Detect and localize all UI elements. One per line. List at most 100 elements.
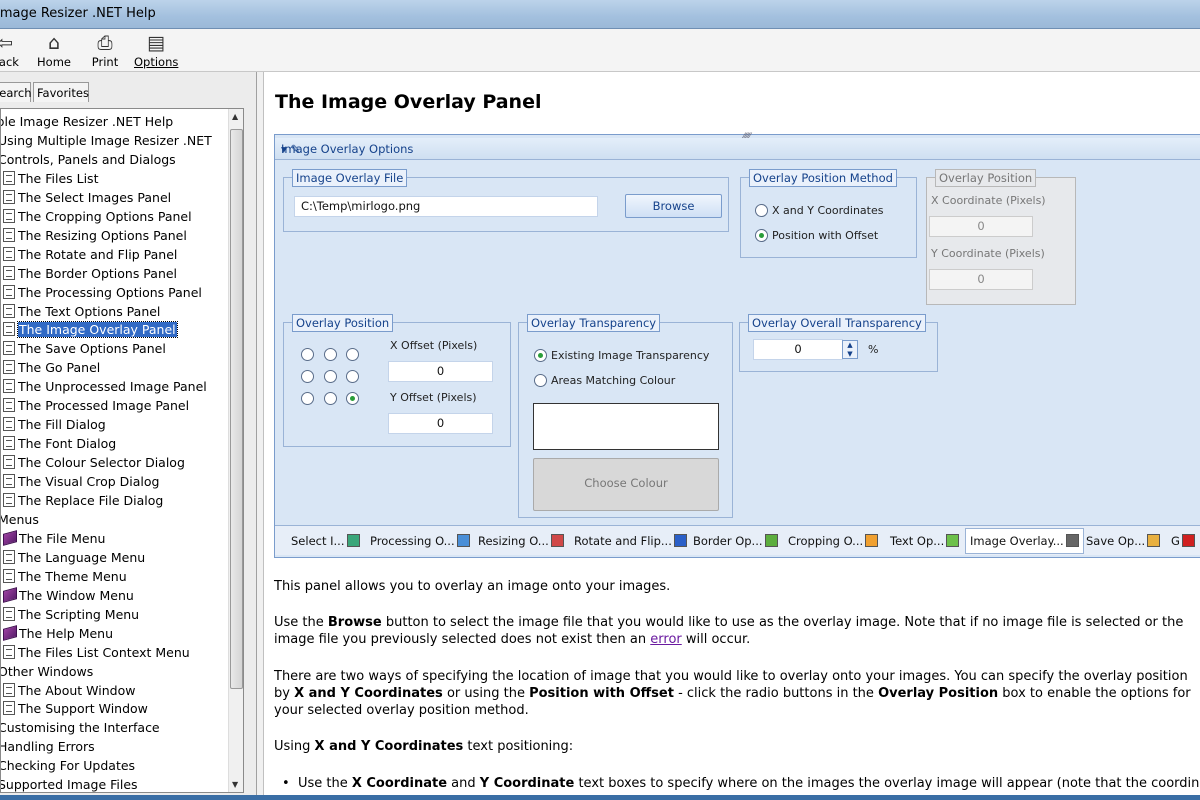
radio-offset-label: Position with Offset [772,229,879,242]
tab-search[interactable]: Search [0,82,32,102]
position-radio-middle-left[interactable] [301,370,314,383]
tab-border-options[interactable]: Border Op... [693,531,778,553]
pin-icon[interactable]: ▾ ✎ [281,142,1197,156]
tab-select-images[interactable]: Select I... [291,531,360,553]
position-radio-center[interactable] [324,370,337,383]
tab-cropping-options[interactable]: Cropping O... [788,531,879,553]
tree-item-label: The Fill Dialog [18,417,106,433]
tab-go-label: G [1171,534,1180,548]
tree-item[interactable]: Supported Image Files [1,775,138,792]
tree-item[interactable]: Controls, Panels and Dialogs [1,150,176,169]
tab-resizing-options[interactable]: Resizing O... [478,531,564,553]
tab-go[interactable]: G [1171,531,1195,553]
bullet-coordinates: • Use the X Coordinate and Y Coordinate … [282,775,1200,792]
contents-tree[interactable]: Multiple Image Resizer .NET Help Using Mu… [0,108,244,793]
overlay-file-path[interactable]: C:\Temp\mirlogo.png [294,196,598,217]
tree-item[interactable]: The Fill Dialog [3,415,106,434]
tree-item[interactable]: The Replace File Dialog [3,491,163,510]
page-icon [3,360,15,375]
tree-item[interactable]: Using Multiple Image Resizer .NET [1,131,212,150]
tree-item[interactable]: The File Menu [3,529,105,548]
tab-rotate-flip[interactable]: Rotate and Flip... [574,531,687,553]
tree-item[interactable]: Customising the Interface [1,718,160,737]
tree-item[interactable]: The Processing Options Panel [3,283,202,302]
radio-position-offset[interactable] [755,229,768,242]
tab-image-overlay[interactable]: Image Overlay... [965,528,1084,554]
position-method-legend: Overlay Position Method [749,169,897,187]
y-coordinate-field[interactable]: 0 [929,269,1033,290]
tree-item[interactable]: The Processed Image Panel [3,396,189,415]
scroll-up-icon[interactable]: ▲ [232,112,238,121]
radio-xy-coordinates[interactable] [755,204,768,217]
tree-item[interactable]: The Help Menu [3,624,113,643]
tab-processing-options[interactable]: Processing O... [370,531,470,553]
error-link[interactable]: error [650,632,681,647]
tree-item[interactable]: Other Windows [1,662,93,681]
tree-item[interactable]: The Save Options Panel [3,339,166,358]
pane-splitter[interactable] [257,72,264,795]
print-label: Print [91,55,119,69]
tree-item[interactable]: The Visual Crop Dialog [3,472,159,491]
scroll-thumb[interactable] [230,129,243,689]
tree-item[interactable]: The Window Menu [3,586,134,605]
tree-item[interactable]: The Image Overlay Panel [3,320,178,339]
select-images-icon [346,534,360,547]
tree-item-label: The Processing Options Panel [18,284,202,300]
position-radio-middle-right[interactable] [346,370,359,383]
tree-item[interactable]: The Border Options Panel [3,264,177,283]
tree-item[interactable]: Multiple Image Resizer .NET Help [1,112,173,131]
tree-item-label: The Border Options Panel [18,265,178,281]
tree-item[interactable]: Handling Errors [1,737,95,756]
overlay-file-group: Image Overlay File C:\Temp\mirlogo.png B… [283,169,729,232]
tree-item[interactable]: The Files List [3,169,98,188]
transparency-spinner[interactable]: ▲ ▼ [842,340,858,359]
tree-item[interactable]: The Text Options Panel [3,302,160,321]
overlay-position-legend: Overlay Position [292,314,394,332]
back-button[interactable]: ⇦ Back [0,31,24,69]
tab-save-options[interactable]: Save Op... [1086,531,1161,553]
home-button[interactable]: ⌂ Home [36,31,72,69]
tree-item[interactable]: The Select Images Panel [3,188,171,207]
tree-item-label: The Font Dialog [18,436,117,452]
tree-item[interactable]: The Support Window [3,699,148,718]
position-radio-top-center[interactable] [324,348,337,361]
x-coordinate-field[interactable]: 0 [929,216,1033,237]
browse-button[interactable]: Browse [625,194,722,218]
tree-item[interactable]: The Resizing Options Panel [3,226,187,245]
tree-item[interactable]: The Cropping Options Panel [3,207,192,226]
tree-item-label: The Colour Selector Dialog [18,455,185,471]
tree-item-label: The Scripting Menu [18,606,140,622]
position-radio-bottom-right[interactable] [346,392,359,405]
tree-item[interactable]: The Language Menu [3,548,145,567]
y-offset-field[interactable]: 0 [388,413,493,434]
tree-item[interactable]: The Theme Menu [3,567,127,586]
x-offset-field[interactable]: 0 [388,361,493,382]
tree-scrollbar[interactable]: ▲ ▼ [228,109,243,792]
tree-item[interactable]: The About Window [3,681,135,700]
tree-item-label: The Language Menu [18,549,146,565]
tab-text-options[interactable]: Text Op... [890,531,960,553]
radio-matching-colour[interactable] [534,374,547,387]
tree-item[interactable]: The Unprocessed Image Panel [3,377,207,396]
overlay-coords-legend: Overlay Position [935,169,1037,187]
options-button[interactable]: ▤ Options [134,31,178,69]
position-radio-top-right[interactable] [346,348,359,361]
position-radio-top-left[interactable] [301,348,314,361]
tree-item[interactable]: The Colour Selector Dialog [3,453,185,472]
tab-favorites[interactable]: Favorites [33,82,89,102]
radio-existing-transparency[interactable] [534,349,547,362]
tree-item[interactable]: The Font Dialog [3,434,116,453]
overall-transparency-field[interactable]: 0 [753,339,843,360]
position-radio-bottom-center[interactable] [324,392,337,405]
scroll-down-icon[interactable]: ▼ [232,780,238,789]
overlay-icon [1065,534,1079,547]
tree-item[interactable]: The Go Panel [3,358,100,377]
position-radio-bottom-left[interactable] [301,392,314,405]
tree-item[interactable]: The Files List Context Menu [3,643,190,662]
tree-item[interactable]: The Scripting Menu [3,605,139,624]
tree-item[interactable]: Checking For Updates [1,756,135,775]
tree-item[interactable]: The Rotate and Flip Panel [3,245,177,264]
print-button[interactable]: ⎙ Print [90,31,120,69]
tree-item[interactable]: Menus [1,510,39,529]
choose-colour-button[interactable]: Choose Colour [533,458,719,511]
